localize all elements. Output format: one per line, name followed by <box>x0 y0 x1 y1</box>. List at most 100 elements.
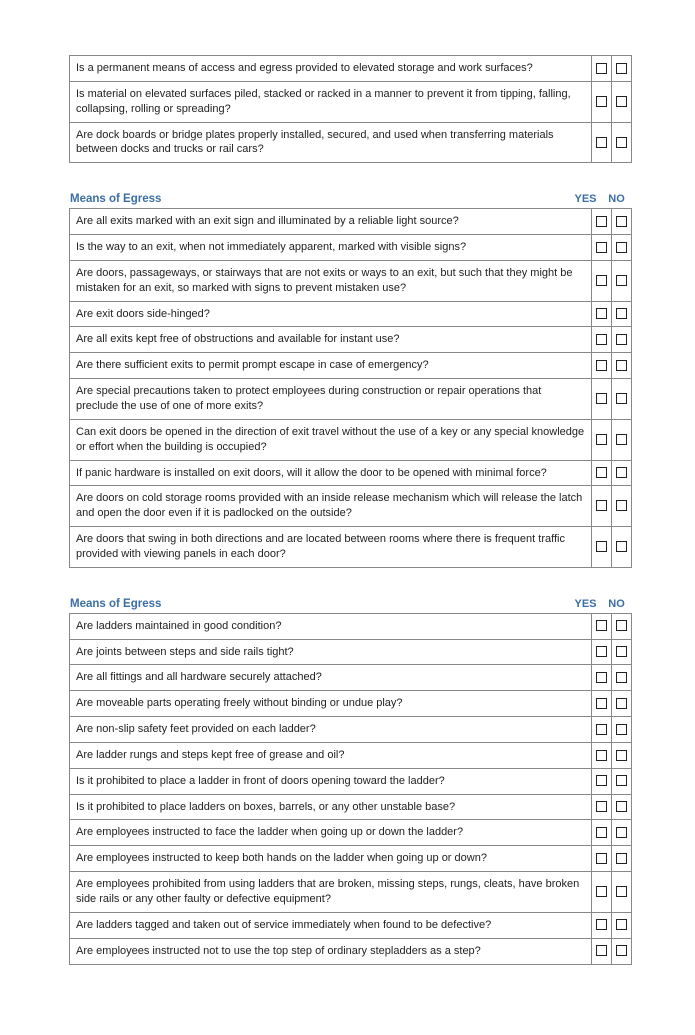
yes-cell <box>592 235 612 261</box>
checkbox-no[interactable] <box>616 886 627 897</box>
column-yes-label: YES <box>570 598 601 610</box>
checkbox-yes[interactable] <box>596 620 607 631</box>
checkbox-yes[interactable] <box>596 750 607 761</box>
table-row: Are dock boards or bridge plates properl… <box>70 122 632 163</box>
checkbox-no[interactable] <box>616 775 627 786</box>
checkbox-yes[interactable] <box>596 886 607 897</box>
table-row: Are moveable parts operating freely with… <box>70 691 632 717</box>
checkbox-yes[interactable] <box>596 919 607 930</box>
checkbox-yes[interactable] <box>596 308 607 319</box>
table-row: Is material on elevated surfaces piled, … <box>70 81 632 122</box>
checkbox-no[interactable] <box>616 360 627 371</box>
checkbox-yes[interactable] <box>596 137 607 148</box>
table-row: Is it prohibited to place a ladder in fr… <box>70 768 632 794</box>
checkbox-yes[interactable] <box>596 853 607 864</box>
question-cell: Are ladders tagged and taken out of serv… <box>70 912 592 938</box>
checkbox-no[interactable] <box>616 620 627 631</box>
checkbox-no[interactable] <box>616 801 627 812</box>
checkbox-no[interactable] <box>616 96 627 107</box>
question-cell: Is it prohibited to place ladders on box… <box>70 794 592 820</box>
checkbox-no[interactable] <box>616 393 627 404</box>
table-row: Are ladders tagged and taken out of serv… <box>70 912 632 938</box>
no-cell <box>612 527 632 568</box>
checkbox-yes[interactable] <box>596 698 607 709</box>
checkbox-no[interactable] <box>616 646 627 657</box>
no-cell <box>612 717 632 743</box>
checkbox-no[interactable] <box>616 308 627 319</box>
table-row: Are employees instructed to keep both ha… <box>70 846 632 872</box>
checkbox-yes[interactable] <box>596 434 607 445</box>
checkbox-no[interactable] <box>616 672 627 683</box>
checkbox-yes[interactable] <box>596 360 607 371</box>
column-no-label: NO <box>601 193 632 205</box>
yes-cell <box>592 938 612 964</box>
checkbox-no[interactable] <box>616 334 627 345</box>
question-cell: Is a permanent means of access and egres… <box>70 56 592 82</box>
checkbox-no[interactable] <box>616 137 627 148</box>
checkbox-yes[interactable] <box>596 63 607 74</box>
question-cell: Are doors that swing in both directions … <box>70 527 592 568</box>
yes-cell <box>592 742 612 768</box>
checkbox-yes[interactable] <box>596 801 607 812</box>
table-row: Are employees instructed not to use the … <box>70 938 632 964</box>
yes-cell <box>592 527 612 568</box>
checkbox-yes[interactable] <box>596 646 607 657</box>
checkbox-yes[interactable] <box>596 945 607 956</box>
checkbox-no[interactable] <box>616 216 627 227</box>
checkbox-yes[interactable] <box>596 467 607 478</box>
checkbox-no[interactable] <box>616 467 627 478</box>
checkbox-yes[interactable] <box>596 500 607 511</box>
no-cell <box>612 768 632 794</box>
table-row: Are special precautions taken to protect… <box>70 379 632 420</box>
checkbox-no[interactable] <box>616 275 627 286</box>
checkbox-yes[interactable] <box>596 334 607 345</box>
table-row: Are ladder rungs and steps kept free of … <box>70 742 632 768</box>
question-cell: Are all exits marked with an exit sign a… <box>70 209 592 235</box>
checkbox-no[interactable] <box>616 63 627 74</box>
checkbox-yes[interactable] <box>596 393 607 404</box>
no-cell <box>612 912 632 938</box>
checkbox-yes[interactable] <box>596 672 607 683</box>
yes-cell <box>592 260 612 301</box>
checkbox-no[interactable] <box>616 919 627 930</box>
checkbox-no[interactable] <box>616 945 627 956</box>
page: Is a permanent means of access and egres… <box>0 0 695 1035</box>
no-cell <box>612 327 632 353</box>
no-cell <box>612 794 632 820</box>
column-no-label: NO <box>601 598 632 610</box>
yes-cell <box>592 301 612 327</box>
no-cell <box>612 56 632 82</box>
checkbox-yes[interactable] <box>596 275 607 286</box>
checkbox-yes[interactable] <box>596 96 607 107</box>
checkbox-yes[interactable] <box>596 216 607 227</box>
checkbox-yes[interactable] <box>596 775 607 786</box>
no-cell <box>612 419 632 460</box>
section: Is a permanent means of access and egres… <box>69 55 632 163</box>
checkbox-yes[interactable] <box>596 827 607 838</box>
no-cell <box>612 872 632 913</box>
checkbox-no[interactable] <box>616 242 627 253</box>
yes-cell <box>592 820 612 846</box>
checkbox-no[interactable] <box>616 500 627 511</box>
table-row: Are all fittings and all hardware secure… <box>70 665 632 691</box>
table-row: Are all exits kept free of obstructions … <box>70 327 632 353</box>
checkbox-no[interactable] <box>616 434 627 445</box>
section-header: Means of EgressYESNO <box>69 193 632 205</box>
no-cell <box>612 846 632 872</box>
question-cell: Are doors on cold storage rooms provided… <box>70 486 592 527</box>
checkbox-no[interactable] <box>616 827 627 838</box>
checkbox-yes[interactable] <box>596 541 607 552</box>
checkbox-no[interactable] <box>616 724 627 735</box>
checkbox-no[interactable] <box>616 750 627 761</box>
table-row: If panic hardware is installed on exit d… <box>70 460 632 486</box>
checkbox-yes[interactable] <box>596 724 607 735</box>
checkbox-no[interactable] <box>616 853 627 864</box>
no-cell <box>612 235 632 261</box>
no-cell <box>612 379 632 420</box>
checkbox-no[interactable] <box>616 541 627 552</box>
yes-cell <box>592 56 612 82</box>
checkbox-yes[interactable] <box>596 242 607 253</box>
no-cell <box>612 209 632 235</box>
yes-cell <box>592 379 612 420</box>
checkbox-no[interactable] <box>616 698 627 709</box>
